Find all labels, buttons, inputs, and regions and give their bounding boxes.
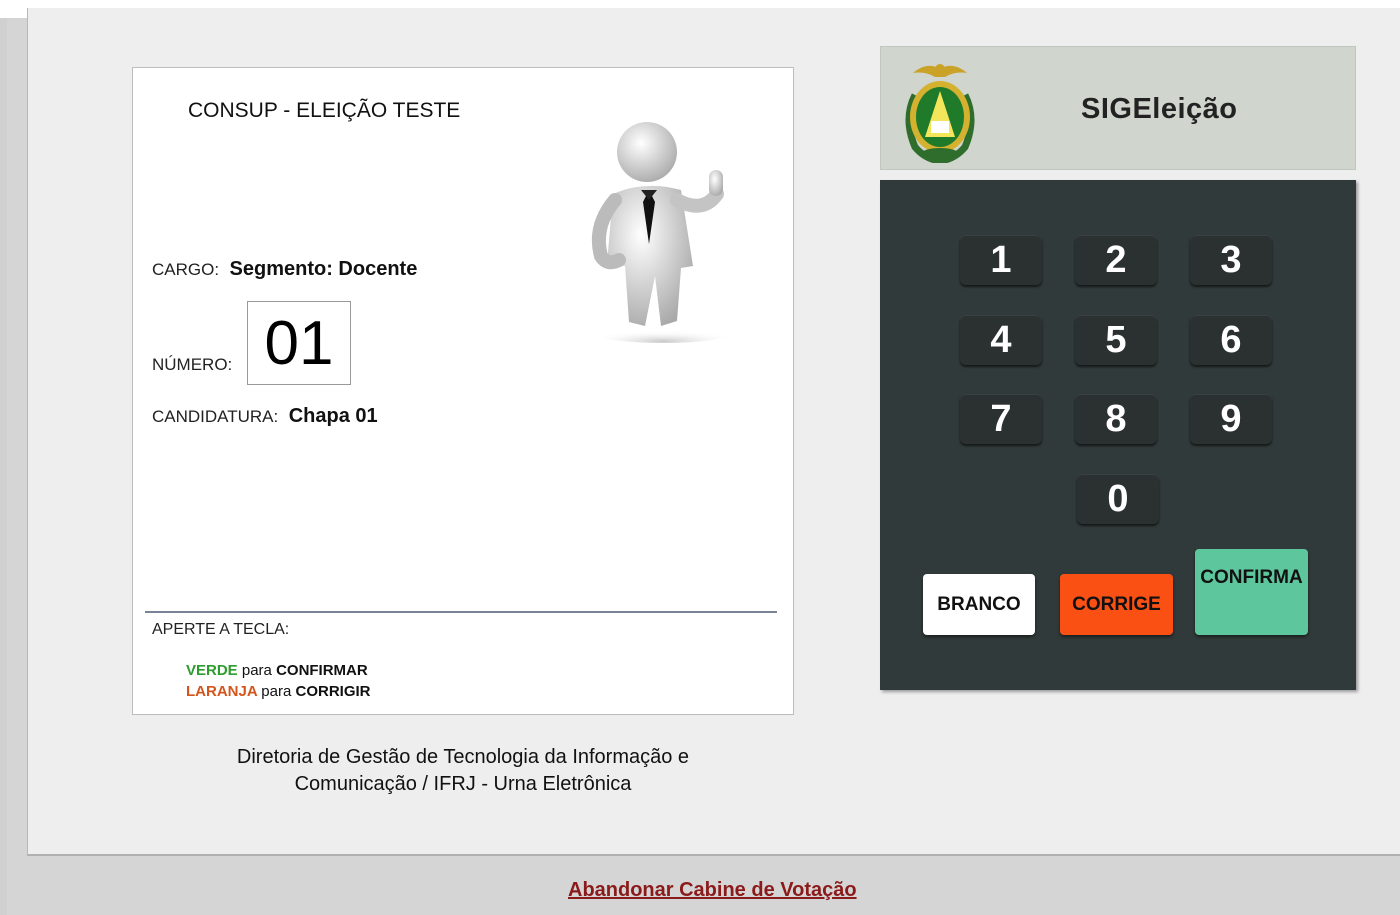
- candidatura-value: Chapa 01: [288, 405, 378, 427]
- key-5[interactable]: 5: [1075, 315, 1157, 365]
- abandon-booth-link[interactable]: Abandonar Cabine de Votação: [568, 879, 857, 902]
- footer-line-2: Comunicação / IFRJ - Urna Eletrônica: [294, 773, 632, 795]
- election-title: CONSUP - ELEIÇÃO TESTE: [188, 99, 461, 122]
- instr-confirmar-word: CONFIRMAR: [276, 662, 368, 679]
- coat-of-arms-icon: [905, 64, 975, 163]
- instr-para-word: para: [241, 662, 272, 679]
- key-2[interactable]: 2: [1075, 235, 1157, 285]
- candidate-figure-icon: [591, 122, 729, 343]
- confirma-label: CONFIRMA: [1200, 567, 1303, 588]
- ballot-screen: CONSUP - ELEIÇÃO TESTE CARGO: Segmento: …: [132, 67, 794, 715]
- instr-corrigir-word: CORRIGIR: [295, 683, 371, 700]
- cargo-value: Segmento: Docente: [229, 258, 418, 280]
- instruction-confirm: VERDE para CONFIRMAR: [186, 662, 368, 679]
- left-strip: [0, 18, 7, 915]
- numero-label: NÚMERO:: [152, 355, 233, 374]
- key-7[interactable]: 7: [960, 394, 1042, 444]
- instr-para-word: para: [261, 683, 292, 700]
- candidatura-row: CANDIDATURA: Chapa 01: [152, 405, 378, 428]
- footer-line-1: Diretoria de Gestão de Tecnologia da Inf…: [236, 746, 690, 768]
- voting-keypad: 1 2 3 4 5 6 7 8 9 0 BRANCO CORRIGE CONFI…: [880, 180, 1356, 690]
- app-title: SIGEleição: [1081, 93, 1238, 125]
- key-8[interactable]: 8: [1075, 394, 1157, 444]
- corrige-button[interactable]: CORRIGE: [1060, 574, 1173, 635]
- instr-verde-word: VERDE: [186, 662, 238, 679]
- top-strip: [85, 0, 1400, 8]
- footer-credit: Diretoria de Gestão de Tecnologia da Inf…: [132, 744, 794, 798]
- urn-header: SIGEleição: [880, 46, 1356, 170]
- instruction-correct: LARANJA para CORRIGIR: [186, 683, 371, 700]
- instr-laranja-word: LARANJA: [186, 683, 258, 700]
- divider: [145, 611, 777, 613]
- key-3[interactable]: 3: [1190, 235, 1272, 285]
- key-9[interactable]: 9: [1190, 394, 1272, 444]
- branco-button[interactable]: BRANCO: [923, 574, 1035, 635]
- confirma-button[interactable]: CONFIRMA: [1195, 549, 1308, 635]
- key-0[interactable]: 0: [1077, 474, 1159, 524]
- numero-display: 01: [247, 301, 351, 385]
- cargo-row: CARGO: Segmento: Docente: [152, 258, 417, 281]
- key-4[interactable]: 4: [960, 315, 1042, 365]
- key-6[interactable]: 6: [1190, 315, 1272, 365]
- candidatura-label: CANDIDATURA:: [152, 407, 279, 426]
- aperte-label: APERTE A TECLA:: [152, 621, 290, 638]
- cargo-label: CARGO:: [152, 260, 220, 279]
- key-1[interactable]: 1: [960, 235, 1042, 285]
